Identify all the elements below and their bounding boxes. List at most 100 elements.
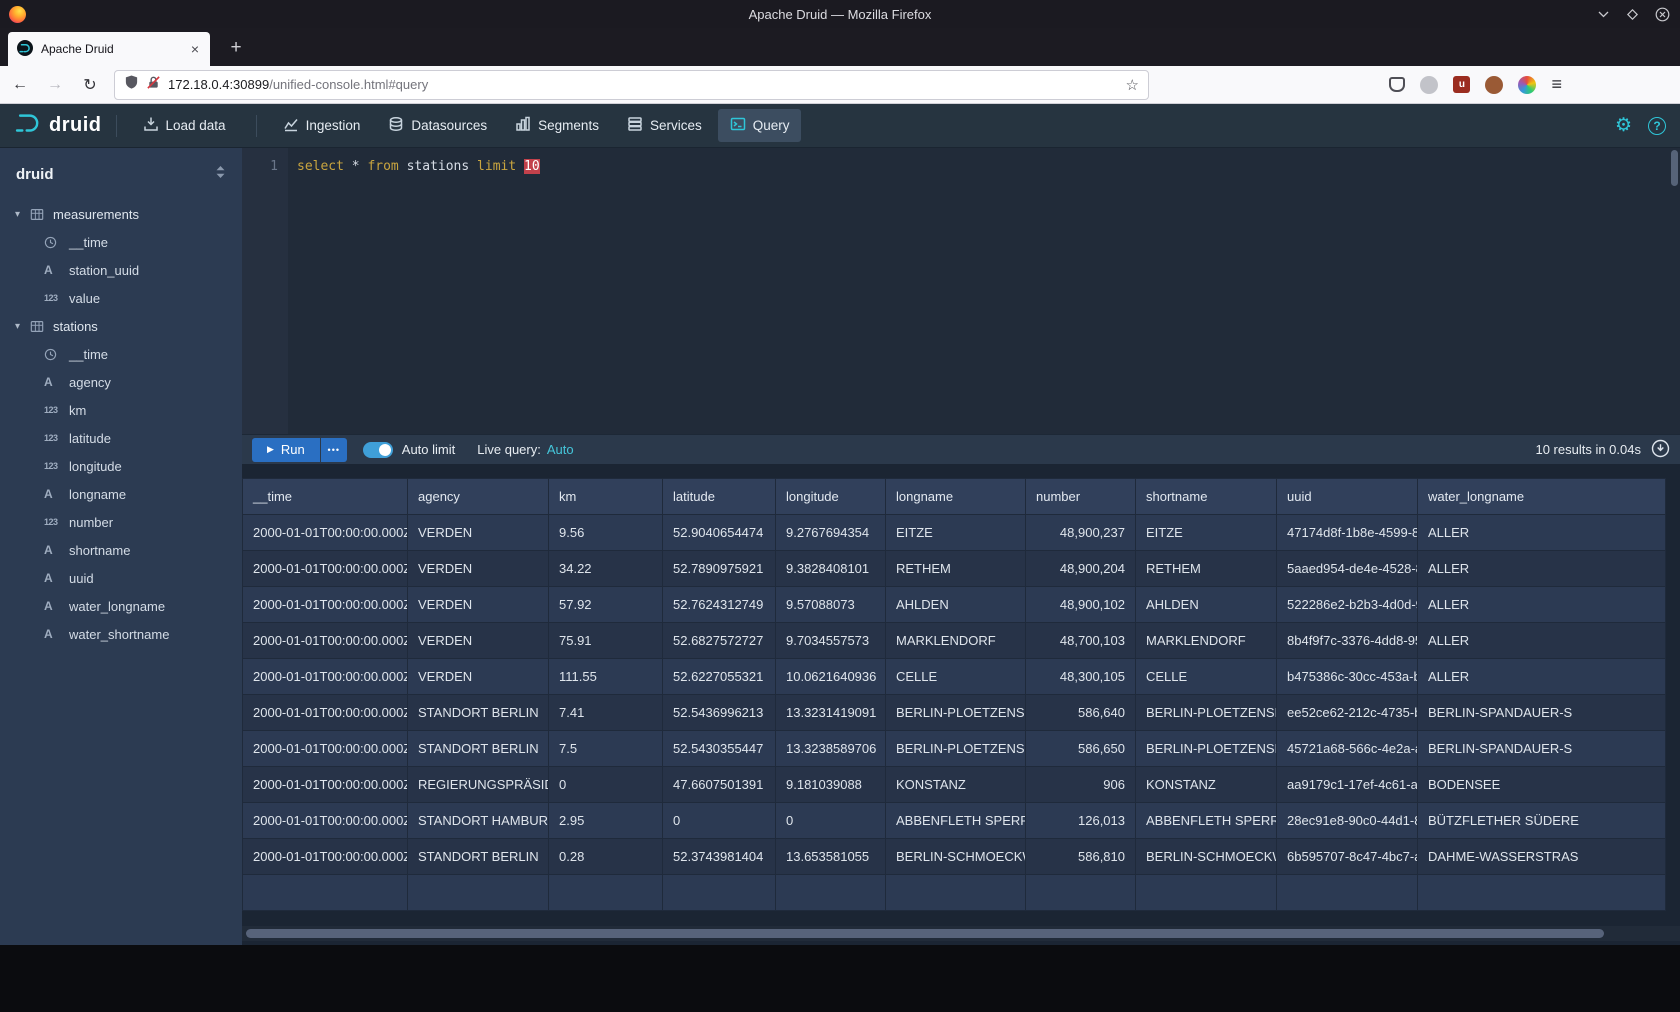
auto-limit-toggle[interactable] [363, 442, 393, 458]
table-cell[interactable]: 8b4f9f7c-3376-4dd8-95c [1277, 623, 1418, 659]
help-icon[interactable]: ? [1648, 117, 1666, 135]
table-cell[interactable]: ALLER [1418, 623, 1666, 659]
table-cell[interactable]: ALLER [1418, 659, 1666, 695]
sidebar-column-uuid[interactable]: Auuid [0, 564, 242, 592]
table-cell[interactable]: KONSTANZ [1136, 767, 1277, 803]
table-cell[interactable]: 2000-01-01T00:00:00.000Z [243, 767, 408, 803]
column-header-__time[interactable]: __time [243, 479, 408, 515]
table-cell[interactable]: 52.9040654474 [663, 515, 776, 551]
bookmark-star-icon[interactable]: ☆ [1126, 76, 1139, 94]
window-close-button[interactable] [1655, 7, 1670, 22]
table-cell[interactable]: 2000-01-01T00:00:00.000Z [243, 839, 408, 875]
table-cell[interactable]: BERLIN-SCHMOECKWITZ [1136, 839, 1277, 875]
menu-button[interactable]: ≡ [1551, 74, 1562, 95]
column-header-uuid[interactable]: uuid [1277, 479, 1418, 515]
table-cell[interactable]: BÜTZFLETHER SÜDERE [1418, 803, 1666, 839]
save-extension-icon[interactable] [1389, 77, 1405, 92]
column-header-water_longname[interactable]: water_longname [1418, 479, 1666, 515]
table-cell[interactable]: 13.3231419091 [776, 695, 886, 731]
table-cell[interactable]: DAHME-WASSERSTRAS [1418, 839, 1666, 875]
table-cell[interactable]: 34.22 [549, 551, 663, 587]
datasource-header[interactable]: druid [0, 148, 242, 200]
sidebar-column-latitude[interactable]: 123latitude [0, 424, 242, 452]
gray-circle-extension-icon[interactable] [1420, 76, 1438, 94]
table-cell[interactable]: 13.653581055 [776, 839, 886, 875]
sidebar-column-water_longname[interactable]: Awater_longname [0, 592, 242, 620]
table-cell[interactable]: BERLIN-PLOETZENSEE U [1136, 731, 1277, 767]
table-cell[interactable]: ABBENFLETH SPERRWEH [1136, 803, 1277, 839]
table-cell[interactable]: 2000-01-01T00:00:00.000Z [243, 659, 408, 695]
table-cell[interactable]: VERDEN [408, 623, 549, 659]
table-cell[interactable]: 2000-01-01T00:00:00.000Z [243, 695, 408, 731]
sort-icon[interactable] [215, 165, 226, 184]
column-header-shortname[interactable]: shortname [1136, 479, 1277, 515]
table-cell[interactable]: VERDEN [408, 551, 549, 587]
table-cell[interactable]: STANDORT BERLIN [408, 695, 549, 731]
table-cell[interactable]: ALLER [1418, 551, 1666, 587]
table-cell[interactable]: 0 [549, 767, 663, 803]
table-cell[interactable]: 28ec91e8-90c0-44d1-8f [1277, 803, 1418, 839]
insecure-lock-icon[interactable] [146, 75, 161, 95]
reload-button[interactable]: ↻ [75, 70, 105, 100]
table-cell[interactable]: 9.2767694354 [776, 515, 886, 551]
table-cell[interactable]: 10.0621640936 [776, 659, 886, 695]
table-cell[interactable]: 9.56 [549, 515, 663, 551]
table-cell[interactable]: 2000-01-01T00:00:00.000Z [243, 551, 408, 587]
chevron-down-icon[interactable]: ▾ [15, 209, 30, 220]
table-cell[interactable]: aa9179c1-17ef-4c61-a48 [1277, 767, 1418, 803]
table-cell[interactable]: BERLIN-PLOETZENSEE U [886, 731, 1026, 767]
browser-tab[interactable]: Apache Druid × [8, 32, 210, 66]
table-cell[interactable]: 111.55 [549, 659, 663, 695]
url-bar[interactable]: 172.18.0.4:30899/unified-console.html#qu… [114, 70, 1149, 100]
table-cell[interactable]: VERDEN [408, 515, 549, 551]
table-cell[interactable]: MARKLENDORF [1136, 623, 1277, 659]
table-cell[interactable]: REGIERUNGSPRÄSIDIUM [408, 767, 549, 803]
table-cell[interactable]: 52.6827572727 [663, 623, 776, 659]
table-cell[interactable]: 0 [776, 803, 886, 839]
column-header-latitude[interactable]: latitude [663, 479, 776, 515]
table-cell[interactable]: 48,700,103 [1026, 623, 1136, 659]
settings-gear-icon[interactable]: ⚙ [1615, 116, 1632, 135]
table-cell[interactable]: 7.5 [549, 731, 663, 767]
window-maximize-button[interactable] [1626, 8, 1639, 21]
ublock-extension-icon[interactable]: u [1453, 76, 1470, 93]
table-cell[interactable]: 52.5430355447 [663, 731, 776, 767]
table-cell[interactable]: RETHEM [886, 551, 1026, 587]
brown-circle-extension-icon[interactable] [1485, 76, 1503, 94]
table-cell[interactable]: 9.3828408101 [776, 551, 886, 587]
table-cell[interactable]: 9.181039088 [776, 767, 886, 803]
table-cell[interactable]: MARKLENDORF [886, 623, 1026, 659]
nav-segments[interactable]: Segments [503, 109, 611, 142]
new-tab-button[interactable]: + [222, 34, 250, 62]
table-cell[interactable]: 2000-01-01T00:00:00.000Z [243, 515, 408, 551]
table-cell[interactable]: VERDEN [408, 587, 549, 623]
sidebar-column-water_shortname[interactable]: Awater_shortname [0, 620, 242, 648]
chevron-down-icon[interactable]: ▾ [15, 321, 30, 332]
nav-query[interactable]: Query [718, 109, 802, 142]
nav-services[interactable]: Services [615, 109, 714, 142]
tracking-protection-icon[interactable] [124, 74, 139, 95]
nav-datasources[interactable]: Datasources [376, 109, 499, 142]
table-cell[interactable]: BERLIN-SPANDAUER-S [1418, 695, 1666, 731]
table-cell[interactable]: ABBENFLETH SPERRWEH [886, 803, 1026, 839]
table-cell[interactable]: 0.28 [549, 839, 663, 875]
sidebar-column-longitude[interactable]: 123longitude [0, 452, 242, 480]
tab-close-button[interactable]: × [189, 41, 201, 57]
table-cell[interactable]: STANDORT BERLIN [408, 839, 549, 875]
table-cell[interactable]: AHLDEN [886, 587, 1026, 623]
table-cell[interactable]: 52.7624312749 [663, 587, 776, 623]
run-more-button[interactable]: ••• [321, 438, 347, 462]
table-cell[interactable]: 906 [1026, 767, 1136, 803]
table-cell[interactable]: CELLE [1136, 659, 1277, 695]
column-header-longitude[interactable]: longitude [776, 479, 886, 515]
pinwheel-extension-icon[interactable] [1518, 76, 1536, 94]
table-cell[interactable]: 52.7890975921 [663, 551, 776, 587]
table-cell[interactable]: STANDORT BERLIN [408, 731, 549, 767]
table-cell[interactable]: EITZE [886, 515, 1026, 551]
table-cell[interactable]: 52.5436996213 [663, 695, 776, 731]
table-cell[interactable]: CELLE [886, 659, 1026, 695]
table-cell[interactable]: 9.57088073 [776, 587, 886, 623]
table-cell[interactable]: 2000-01-01T00:00:00.000Z [243, 587, 408, 623]
column-header-km[interactable]: km [549, 479, 663, 515]
window-shade-button[interactable] [1597, 9, 1610, 19]
